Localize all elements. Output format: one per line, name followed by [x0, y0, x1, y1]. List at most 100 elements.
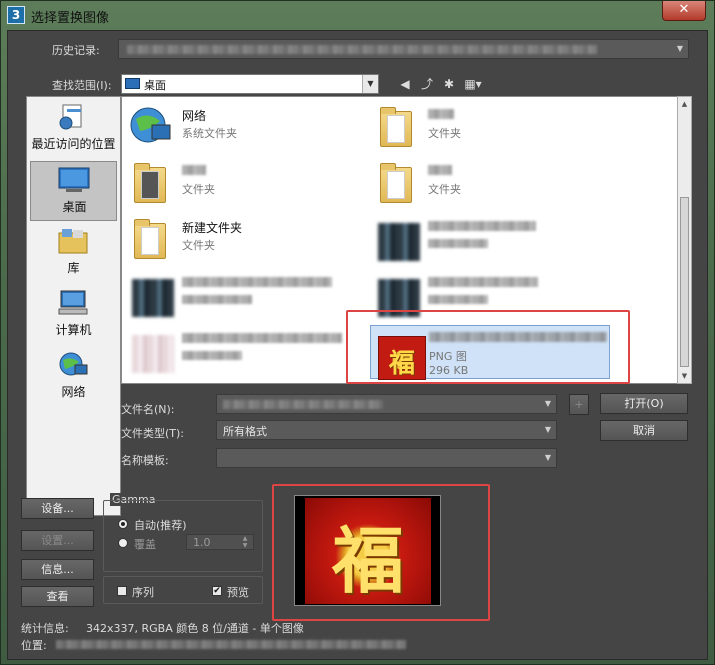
dialog-window: 3 选择置换图像 ✕ 历史记录: ▼ 查找范围(I): 桌面 ▼ ◀ ⤴ ✱ ▦…: [0, 0, 715, 665]
list-item[interactable]: 文件夹: [370, 99, 610, 153]
computer-icon: [57, 289, 89, 317]
history-value-blurred: [127, 45, 597, 54]
title-bar[interactable]: 3 选择置换图像 ✕: [1, 1, 714, 29]
network-icon: [128, 103, 172, 149]
name-template-label: 名称模板:: [121, 454, 169, 467]
folder-icon: [374, 103, 418, 149]
gamma-value: 1.0: [193, 536, 211, 549]
look-in-combo[interactable]: 桌面 ▼: [121, 74, 379, 94]
cancel-button[interactable]: 取消: [600, 420, 688, 441]
chevron-down-icon: ▼: [544, 425, 552, 434]
highlight-box-selected-file: [346, 310, 630, 384]
preview-label: 预览: [227, 586, 249, 599]
scroll-up-icon[interactable]: ▲: [678, 97, 691, 111]
library-icon: [57, 227, 89, 255]
chevron-down-icon: ▼: [544, 453, 552, 462]
filename-combo[interactable]: ▼: [216, 394, 557, 414]
view-menu-icon[interactable]: ▦▾: [462, 75, 484, 93]
history-combo[interactable]: ▼: [118, 39, 689, 59]
chevron-down-icon: ▼: [676, 44, 684, 53]
history-label: 历史记录:: [52, 44, 100, 57]
chevron-down-icon: ▼: [544, 399, 552, 408]
place-label: 计算机: [55, 323, 92, 337]
place-label: 桌面: [62, 200, 87, 214]
file-type: 文件夹: [428, 127, 461, 140]
desktop-icon: [125, 78, 140, 89]
desktop-icon: [58, 166, 90, 194]
place-recent[interactable]: 最近访问的位置: [30, 99, 117, 159]
gamma-override-label: 覆盖: [134, 538, 156, 551]
list-item[interactable]: 新建文件夹 文件夹: [124, 211, 364, 265]
file-type: 文件夹: [182, 183, 215, 196]
app-3dsmax-icon: 3: [7, 6, 25, 24]
scroll-thumb[interactable]: [680, 197, 689, 367]
file-name-blurred: [428, 221, 536, 231]
name-template-combo[interactable]: ▼: [216, 448, 557, 468]
place-label: 库: [67, 261, 80, 275]
filetype-value: 所有格式: [223, 425, 267, 438]
place-label: 最近访问的位置: [31, 137, 116, 151]
new-folder-icon[interactable]: ✱: [440, 75, 458, 93]
info-button[interactable]: 信息...: [21, 559, 94, 580]
filetype-combo[interactable]: 所有格式 ▼: [216, 420, 557, 440]
spinner-arrows-icon: ▲ ▼: [242, 535, 248, 549]
list-item[interactable]: [370, 211, 610, 265]
list-item[interactable]: 网络 系统文件夹: [124, 99, 364, 153]
scroll-down-icon[interactable]: ▼: [678, 369, 691, 383]
back-icon[interactable]: ◀: [396, 75, 414, 93]
folder-icon: [128, 159, 172, 205]
window-title: 选择置换图像: [31, 11, 110, 26]
file-list-scrollbar[interactable]: ▲ ▼: [677, 96, 692, 384]
file-name-blurred: [428, 277, 538, 287]
file-thumbnail: [374, 215, 420, 261]
place-computer[interactable]: 计算机: [30, 285, 117, 345]
stats-label: 统计信息:: [21, 622, 69, 635]
close-button[interactable]: ✕: [662, 1, 706, 21]
stats-value: 342x337, RGBA 颜色 8 位/通道 - 单个图像: [86, 622, 304, 635]
list-item[interactable]: 文件夹: [370, 155, 610, 209]
file-name-blurred: [182, 277, 332, 287]
folder-icon: [374, 159, 418, 205]
file-type-blurred: [182, 295, 252, 304]
place-network[interactable]: 网络: [30, 347, 117, 407]
file-type-blurred: [428, 239, 488, 248]
settings-button[interactable]: 设置...: [21, 530, 94, 551]
filetype-label: 文件类型(T):: [121, 427, 185, 440]
file-name-blurred: [182, 165, 206, 175]
list-item[interactable]: [124, 323, 364, 377]
location-label: 位置:: [21, 639, 47, 652]
list-item[interactable]: [124, 267, 364, 321]
filename-label: 文件名(N):: [121, 403, 175, 416]
folder-icon: [128, 215, 172, 261]
sequence-checkbox[interactable]: [117, 586, 127, 596]
place-label: 网络: [61, 385, 86, 399]
file-name: 网络: [182, 109, 207, 123]
file-name-blurred: [428, 109, 454, 119]
gamma-value-spinner[interactable]: 1.0 ▲ ▼: [186, 534, 254, 550]
list-item[interactable]: 文件夹: [124, 155, 364, 209]
setup-button[interactable]: 设备...: [21, 498, 94, 519]
file-name-blurred: [428, 165, 452, 175]
file-type: 系统文件夹: [182, 127, 237, 140]
open-button[interactable]: 打开(O): [600, 393, 688, 414]
up-folder-icon[interactable]: ⤴: [418, 75, 436, 93]
place-library[interactable]: 库: [30, 223, 117, 283]
location-value-blurred: [56, 640, 406, 649]
gamma-override-radio[interactable]: [118, 538, 128, 548]
dialog-client: 历史记录: ▼ 查找范围(I): 桌面 ▼ ◀ ⤴ ✱ ▦▾ 最近访问的位置 桌…: [7, 30, 708, 660]
file-name-blurred: [182, 333, 342, 343]
view-button[interactable]: 查看: [21, 586, 94, 607]
place-desktop[interactable]: 桌面: [30, 161, 117, 221]
add-button[interactable]: +: [569, 394, 589, 415]
sequence-label: 序列: [132, 586, 154, 599]
look-in-label: 查找范围(I):: [52, 79, 112, 92]
look-in-value: 桌面: [144, 79, 166, 92]
file-type-blurred: [428, 295, 488, 304]
preview-checkbox[interactable]: ✔: [212, 586, 222, 596]
file-type-blurred: [182, 351, 242, 360]
network-icon: [57, 351, 89, 379]
gamma-auto-radio[interactable]: [118, 519, 128, 529]
gamma-auto-label: 自动(推荐): [134, 519, 187, 532]
file-thumbnail: [128, 271, 174, 317]
file-name: 新建文件夹: [182, 221, 243, 235]
